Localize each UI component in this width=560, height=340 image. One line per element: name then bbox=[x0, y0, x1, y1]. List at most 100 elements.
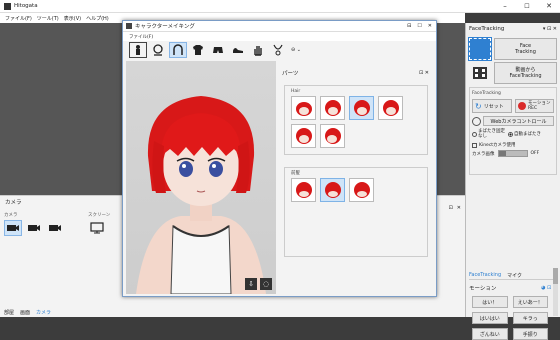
bangs-section: 前髪 bbox=[284, 167, 428, 257]
hair-option-2[interactable] bbox=[320, 96, 345, 120]
bottom-clothes-category-button[interactable] bbox=[209, 42, 227, 58]
blink-off-radio[interactable] bbox=[472, 131, 477, 137]
hair-thumbnail-icon bbox=[295, 128, 312, 144]
panel-menu-icon[interactable]: ▾ ⊡ ✕ bbox=[543, 26, 557, 32]
menu-file[interactable]: ファイル(F) bbox=[5, 15, 32, 22]
video-face-tracking-button[interactable]: 動画から FaceTracking bbox=[494, 62, 557, 84]
face-tracking-panel-title: FaceTracking bbox=[469, 26, 505, 32]
right-panel: FaceTracking ▾ ⊡ ✕ Face Tracking 動画から Fa… bbox=[465, 23, 560, 340]
motion-button-2[interactable]: えいあー！ bbox=[512, 296, 548, 308]
hair-option-5[interactable] bbox=[291, 124, 316, 148]
hair-icon bbox=[173, 44, 183, 55]
camera-image-label: カメラ画像 bbox=[472, 151, 495, 157]
character-preview[interactable]: ⇩ ◌ bbox=[126, 61, 276, 294]
hair-category-button[interactable] bbox=[169, 42, 187, 58]
webcam-icon bbox=[472, 116, 481, 126]
dialog-minimize-icon[interactable]: ⊟ bbox=[407, 23, 411, 29]
more-categories-dropdown[interactable]: ⊖ ⌄ bbox=[291, 47, 301, 53]
webcam-control-button[interactable]: Webカメラコントロール bbox=[483, 116, 554, 126]
screen-button[interactable] bbox=[88, 220, 106, 236]
motion-button-3[interactable]: はいはい bbox=[472, 312, 508, 324]
top-clothes-category-button[interactable] bbox=[189, 42, 207, 58]
hair-thumbnail-icon bbox=[295, 102, 312, 116]
necklace-icon bbox=[273, 44, 283, 56]
hair-option-6[interactable] bbox=[320, 124, 345, 148]
motion-panel-title: モーション bbox=[469, 286, 497, 292]
monitor-icon bbox=[90, 222, 104, 234]
maximize-icon[interactable]: ☐ bbox=[516, 3, 538, 10]
reset-icon: ↻ bbox=[475, 101, 482, 111]
hair-thumbnail-icon bbox=[382, 100, 399, 116]
gloves-category-button[interactable] bbox=[249, 42, 267, 58]
face-tracking-section-label: FaceTracking bbox=[472, 91, 501, 96]
reset-button[interactable]: ↻ リセット bbox=[472, 99, 512, 113]
menu-view[interactable]: 表示(V) bbox=[64, 15, 81, 22]
motion-scrollbar[interactable] bbox=[553, 268, 558, 316]
bangs-option-3[interactable] bbox=[349, 178, 374, 202]
app-titlebar: Hitogata – ☐ ✕ bbox=[0, 0, 560, 13]
hair-thumbnail-icon bbox=[353, 100, 370, 116]
menu-tools[interactable]: ツール(T) bbox=[37, 15, 59, 22]
camera-image-state: OFF bbox=[530, 151, 540, 156]
shoes-category-button[interactable] bbox=[229, 42, 247, 58]
motion-buttons: はい！ えいあー！ はいはい キラっ ざんねい 手振り bbox=[472, 296, 548, 340]
hair-option-1[interactable] bbox=[291, 96, 316, 120]
blink-auto-radio[interactable] bbox=[508, 131, 513, 137]
app-icon bbox=[4, 2, 11, 10]
tab-room[interactable]: 部屋 bbox=[4, 309, 14, 316]
tab-face-tracking[interactable]: FaceTracking bbox=[469, 272, 501, 278]
bangs-option-2-selected[interactable] bbox=[320, 178, 345, 202]
tab-camera[interactable]: カメラ bbox=[36, 309, 51, 316]
dialog-maximize-icon[interactable]: ☐ bbox=[417, 23, 421, 29]
parts-panel: パーツ ⊡ ✕ Hair 前髪 bbox=[278, 67, 433, 294]
character-making-dialog: キャラクターメイキング ⊟ ☐ ✕ ファイル(F) ⊖ ⌄ ⇩ ◌ パーツ ⊡ … bbox=[122, 20, 437, 297]
face-tracking-icon[interactable] bbox=[468, 37, 492, 61]
shoe-icon bbox=[233, 48, 243, 53]
motion-rec-button[interactable]: モーション REC bbox=[514, 99, 554, 113]
kinect-checkbox[interactable] bbox=[472, 142, 477, 148]
close-icon[interactable]: ✕ bbox=[538, 2, 560, 10]
rec-icon bbox=[518, 102, 527, 110]
hair-thumbnail-icon bbox=[324, 100, 341, 116]
app-title: Hitogata bbox=[14, 3, 38, 9]
accessory-category-button[interactable] bbox=[269, 42, 287, 58]
dialog-title: キャラクターメイキング bbox=[135, 24, 195, 30]
dialog-file-menu[interactable]: ファイル(F) bbox=[129, 34, 153, 40]
pin-icon[interactable]: ⊡ bbox=[449, 205, 453, 211]
camera-panel-title: カメラ bbox=[5, 199, 22, 206]
camera-image-toggle[interactable] bbox=[497, 150, 528, 157]
parts-panel-controls-icon[interactable]: ⊡ ✕ bbox=[419, 70, 429, 76]
dialog-close-icon[interactable]: ✕ bbox=[428, 23, 432, 29]
hair-option-4[interactable] bbox=[378, 96, 403, 120]
blink-auto-label: 自動まばたき bbox=[514, 132, 541, 137]
head-category-button[interactable] bbox=[149, 42, 167, 58]
camera-icon bbox=[28, 225, 40, 231]
rotate-view-button[interactable]: ◌ bbox=[260, 278, 272, 290]
camera-group-label: カメラ bbox=[4, 213, 18, 218]
camera-preset-1-button[interactable] bbox=[4, 220, 22, 236]
camera-panel-tabs: 部屋 画面 カメラ bbox=[4, 308, 51, 316]
tab-microphone[interactable]: マイク bbox=[507, 272, 522, 279]
minimize-icon[interactable]: – bbox=[494, 2, 516, 10]
screen-group-label: スクリーン bbox=[88, 213, 111, 218]
parts-panel-title: パーツ bbox=[282, 71, 299, 77]
motion-button-5[interactable]: ざんねい bbox=[472, 328, 508, 340]
screen-group: スクリーン bbox=[88, 212, 110, 236]
shorts-icon bbox=[213, 47, 223, 53]
bangs-option-1[interactable] bbox=[291, 178, 316, 202]
camera-icon bbox=[49, 225, 61, 231]
panel-close-icon[interactable]: ✕ bbox=[457, 205, 461, 211]
motion-button-6[interactable]: 手振り bbox=[512, 328, 548, 340]
shirt-icon bbox=[193, 45, 203, 55]
face-tracking-button[interactable]: Face Tracking bbox=[494, 38, 557, 60]
menu-help[interactable]: ヘルプ(H) bbox=[86, 15, 109, 22]
tab-screen[interactable]: 画面 bbox=[20, 309, 30, 316]
body-category-button[interactable] bbox=[129, 42, 147, 58]
hair-option-3-selected[interactable] bbox=[349, 96, 374, 120]
motion-button-1[interactable]: はい！ bbox=[472, 296, 508, 308]
camera-preset-2-button[interactable] bbox=[25, 220, 43, 236]
camera-preset-3-button[interactable] bbox=[46, 220, 64, 236]
hand-icon bbox=[254, 46, 262, 56]
motion-button-4[interactable]: キラっ bbox=[512, 312, 548, 324]
save-image-button[interactable]: ⇩ bbox=[245, 278, 257, 290]
